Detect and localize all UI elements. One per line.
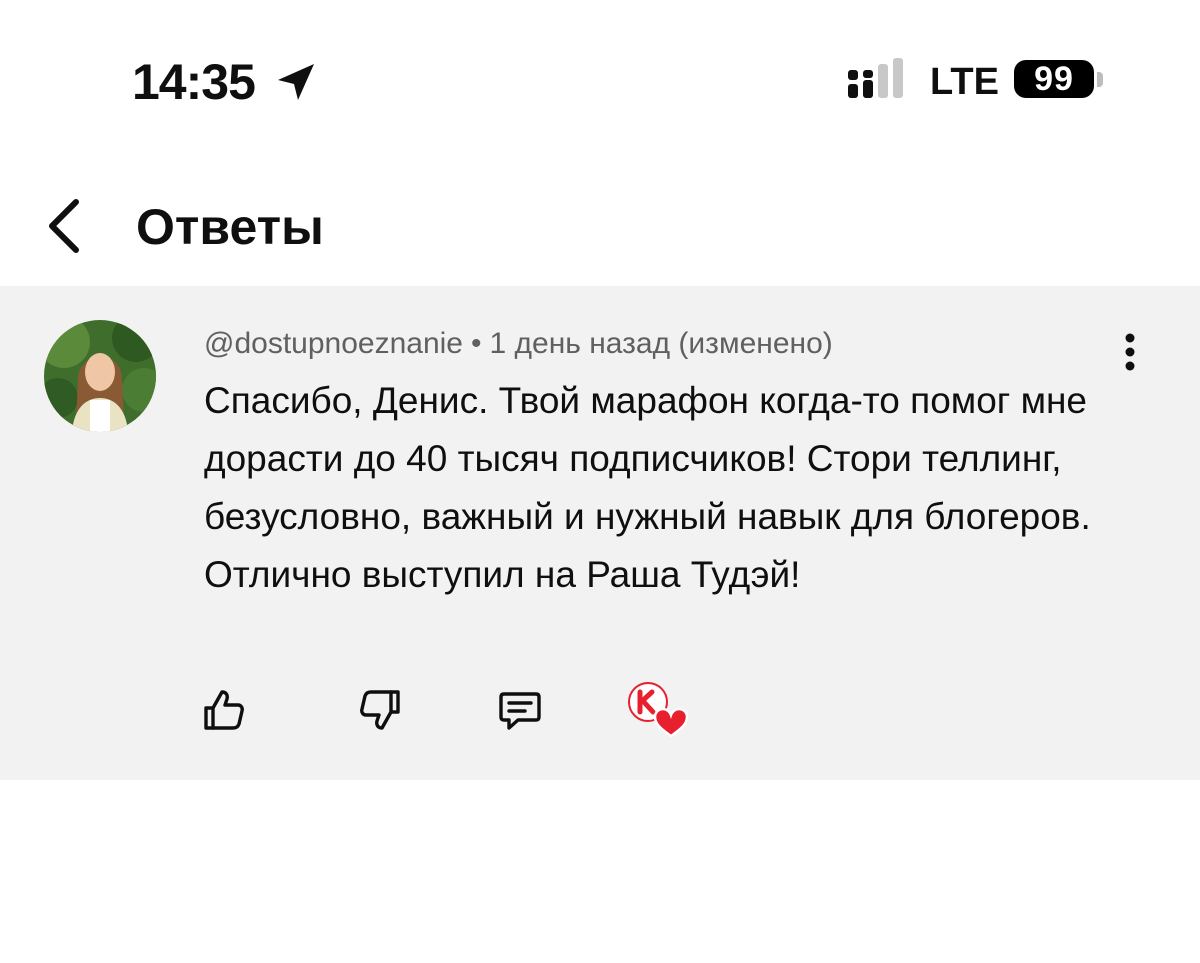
comment-time: 1 день назад (изменено) [489, 327, 833, 360]
comment-text: Спасибо, Денис. Твой марафон когда-то по… [204, 380, 1091, 595]
comment-author[interactable]: @dostupnoeznanie [204, 327, 463, 360]
signal-strength-icon [848, 58, 903, 98]
thumbs-down-icon [360, 690, 400, 730]
like-button[interactable] [200, 686, 256, 742]
page-header: Ответы [0, 170, 1200, 286]
status-time: 14:35 [132, 54, 256, 110]
status-bar: 14:35 LTE 99 [0, 0, 1200, 150]
chevron-left-icon[interactable] [36, 194, 96, 258]
comment-meta: @dostupnoeznanie • 1 день назад (изменено) [204, 324, 833, 364]
battery-icon: 99 [1014, 58, 1104, 102]
comment-actions [0, 682, 1200, 746]
comment-card: @dostupnoeznanie • 1 день назад (изменено)… [0, 286, 1200, 780]
network-type: LTE [930, 61, 999, 103]
page-title: Ответы [136, 199, 324, 255]
creator-heart-badge[interactable] [626, 680, 692, 746]
reply-comment-icon [499, 692, 541, 730]
thumbs-up-icon [204, 690, 244, 730]
dislike-button[interactable] [356, 686, 412, 742]
avatar[interactable] [44, 320, 156, 432]
avatar-image [44, 320, 156, 432]
reply-button[interactable] [496, 686, 552, 742]
battery-level: 99 [1014, 60, 1094, 98]
creator-heart-icon [628, 682, 689, 738]
more-vertical-icon[interactable] [1112, 330, 1148, 374]
meta-separator: • [470, 327, 482, 360]
location-arrow-icon [278, 64, 314, 100]
battery-tip [1097, 72, 1103, 87]
